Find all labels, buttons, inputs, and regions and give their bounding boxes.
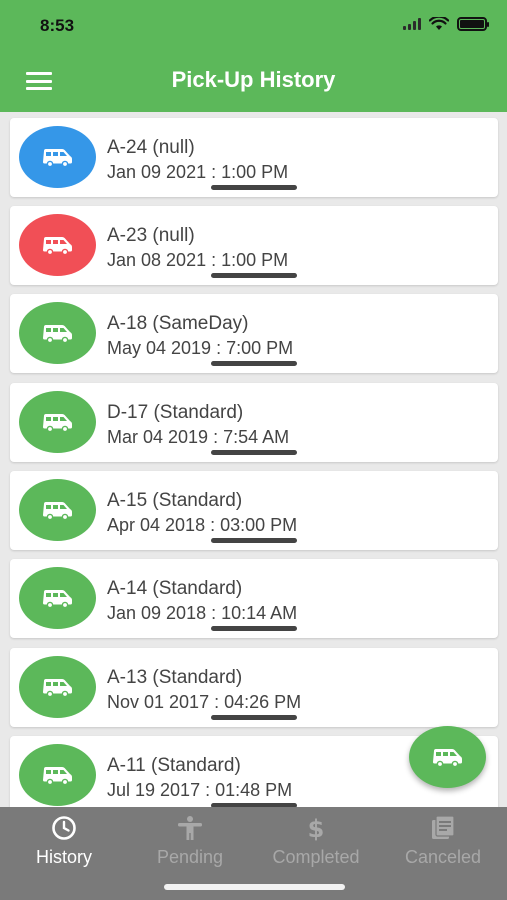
pickup-name: A-18 (SameDay) bbox=[107, 313, 249, 334]
pickup-name: A-14 (Standard) bbox=[107, 578, 243, 599]
pickup-card[interactable]: A-24 (null) Jan 09 2021 : 1:00 PM bbox=[10, 118, 498, 197]
tab-canceled[interactable]: Canceled bbox=[390, 815, 496, 875]
status-icons bbox=[403, 17, 489, 31]
van-icon bbox=[432, 749, 462, 767]
tab-completed[interactable]: $ Completed bbox=[256, 815, 376, 875]
tab-canceled-label: Canceled bbox=[404, 847, 482, 867]
wifi-icon bbox=[429, 17, 449, 30]
drag-handle[interactable] bbox=[211, 715, 297, 720]
pickup-name: A-23 (null) bbox=[107, 225, 195, 246]
pickup-card[interactable]: A-18 (SameDay) May 04 2019 : 7:00 PM bbox=[10, 294, 498, 373]
van-icon bbox=[42, 767, 72, 785]
tab-pending-label: Pending bbox=[156, 847, 224, 867]
van-icon bbox=[42, 149, 72, 167]
status-time: 8:53 bbox=[40, 16, 75, 35]
tab-history[interactable]: History bbox=[18, 815, 110, 875]
pickup-date: Mar 04 2019 : 7:54 AM bbox=[107, 427, 290, 447]
pickup-name: A-24 (null) bbox=[107, 137, 195, 158]
document-icon bbox=[432, 815, 455, 839]
pickup-name: D-17 (Standard) bbox=[107, 402, 244, 423]
status-avatar bbox=[19, 302, 96, 364]
drag-handle[interactable] bbox=[211, 538, 297, 543]
status-avatar bbox=[19, 126, 96, 188]
app-header: 8:53 Pick-Up History bbox=[0, 0, 507, 112]
drag-handle[interactable] bbox=[211, 450, 297, 455]
pickup-name: A-11 (Standard) bbox=[107, 755, 241, 776]
tab-completed-label: Completed bbox=[272, 847, 360, 867]
drag-handle[interactable] bbox=[211, 361, 297, 366]
new-pickup-button[interactable] bbox=[409, 726, 486, 788]
dollar-icon: $ bbox=[308, 815, 325, 841]
van-icon bbox=[42, 237, 72, 255]
status-avatar bbox=[19, 744, 96, 806]
battery-icon bbox=[457, 17, 489, 31]
pickup-name: A-15 (Standard) bbox=[107, 490, 243, 511]
pickup-date: Apr 04 2018 : 03:00 PM bbox=[107, 515, 298, 535]
tab-pending[interactable]: Pending bbox=[140, 815, 240, 875]
van-icon bbox=[42, 679, 72, 697]
tab-history-label: History bbox=[35, 847, 92, 867]
pickup-card[interactable]: A-23 (null) Jan 08 2021 : 1:00 PM bbox=[10, 206, 498, 285]
van-icon bbox=[42, 414, 72, 432]
van-icon bbox=[42, 325, 72, 343]
home-indicator bbox=[164, 884, 345, 890]
drag-handle[interactable] bbox=[211, 185, 297, 190]
pickup-name: A-13 (Standard) bbox=[107, 667, 243, 688]
pickup-date: Nov 01 2017 : 04:26 PM bbox=[107, 692, 302, 712]
pickup-date: Jan 08 2021 : 1:00 PM bbox=[107, 250, 289, 270]
van-icon bbox=[42, 502, 72, 520]
pickup-card[interactable]: A-14 (Standard) Jan 09 2018 : 10:14 AM bbox=[10, 559, 498, 638]
pickup-card[interactable]: A-13 (Standard) Nov 01 2017 : 04:26 PM bbox=[10, 648, 498, 727]
pickup-card[interactable]: D-17 (Standard) Mar 04 2019 : 7:54 AM bbox=[10, 383, 498, 462]
status-avatar bbox=[19, 656, 96, 718]
pickup-date: May 04 2019 : 7:00 PM bbox=[107, 338, 294, 358]
drag-handle[interactable] bbox=[211, 626, 297, 631]
person-icon bbox=[178, 816, 202, 840]
svg-text:$: $ bbox=[308, 815, 325, 841]
pickup-card[interactable]: A-15 (Standard) Apr 04 2018 : 03:00 PM bbox=[10, 471, 498, 550]
signal-icon bbox=[403, 18, 421, 30]
status-avatar bbox=[19, 479, 96, 541]
van-icon bbox=[42, 590, 72, 608]
status-avatar bbox=[19, 391, 96, 453]
status-avatar bbox=[19, 214, 96, 276]
clock-icon bbox=[52, 816, 76, 840]
pickup-date: Jan 09 2021 : 1:00 PM bbox=[107, 162, 289, 182]
pickup-date: Jul 19 2017 : 01:48 PM bbox=[107, 780, 293, 800]
pickup-history-list[interactable]: A-24 (null) Jan 09 2021 : 1:00 PM A-23 (… bbox=[0, 112, 507, 807]
page-title: Pick-Up History bbox=[171, 67, 336, 92]
pickup-date: Jan 09 2018 : 10:14 AM bbox=[107, 603, 298, 623]
status-avatar bbox=[19, 567, 96, 629]
drag-handle[interactable] bbox=[211, 273, 297, 278]
